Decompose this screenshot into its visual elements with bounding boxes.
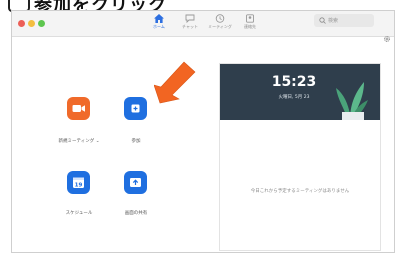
tab-meetings-label: ミーティング <box>208 24 232 29</box>
schedule-button[interactable]: 19 <box>67 171 90 194</box>
plant-illustration-icon <box>336 82 368 120</box>
search-placeholder: 検索 <box>328 18 339 24</box>
close-window-button[interactable] <box>18 20 25 27</box>
new-meeting-label: 新規ミーティング ⌄ <box>54 138 104 144</box>
new-meeting-label-text: 新規ミーティング <box>58 139 95 144</box>
join-button[interactable] <box>124 97 147 120</box>
tab-chat[interactable]: チャット <box>176 13 204 35</box>
settings-gear-icon[interactable] <box>384 36 390 42</box>
clock-icon <box>215 14 225 23</box>
tab-contacts-label: 連絡先 <box>244 24 256 29</box>
video-camera-icon <box>72 105 85 112</box>
home-icon <box>154 14 164 23</box>
plus-icon <box>131 104 140 113</box>
current-date: 火曜日, 5月 23 <box>278 95 310 100</box>
zoom-window-button[interactable] <box>38 20 45 27</box>
calendar-day-number: 19 <box>75 182 83 188</box>
tab-contacts[interactable]: 連絡先 <box>236 13 264 35</box>
zoom-window: ホーム チャット ミーティング 連絡先 検索 新規ミーティング ⌄ 参加 19 … <box>11 10 395 253</box>
upcoming-meetings-card: 15:23 火曜日, 5月 23 今日これから予定するミーティングはありません <box>219 63 381 251</box>
calendar-icon: 19 <box>73 177 84 188</box>
schedule-label: スケジュール <box>65 211 93 216</box>
share-screen-icon <box>130 178 141 187</box>
new-meeting-button[interactable] <box>67 97 90 120</box>
tab-chat-label: チャット <box>182 24 198 29</box>
current-time: 15:23 <box>271 74 317 90</box>
minimize-window-button[interactable] <box>28 20 35 27</box>
contacts-icon <box>246 14 254 23</box>
share-screen-label: 画面の共有 <box>124 211 148 216</box>
chevron-down-icon[interactable]: ⌄ <box>96 139 100 144</box>
clock-banner: 15:23 火曜日, 5月 23 <box>220 64 380 120</box>
pointer-arrow-icon <box>154 61 196 104</box>
tab-meetings[interactable]: ミーティング <box>206 13 234 35</box>
tab-home[interactable]: ホーム <box>145 13 173 35</box>
no-meetings-message: 今日これから予定するミーティングはありません <box>250 189 350 194</box>
share-screen-button[interactable] <box>124 171 147 194</box>
tab-home-label: ホーム <box>153 24 165 29</box>
title-bar: ホーム チャット ミーティング 連絡先 検索 <box>12 11 394 37</box>
search-icon <box>319 17 326 24</box>
search-input[interactable]: 検索 <box>314 14 374 27</box>
join-label: 参加 <box>131 139 141 144</box>
chat-icon <box>185 14 195 23</box>
